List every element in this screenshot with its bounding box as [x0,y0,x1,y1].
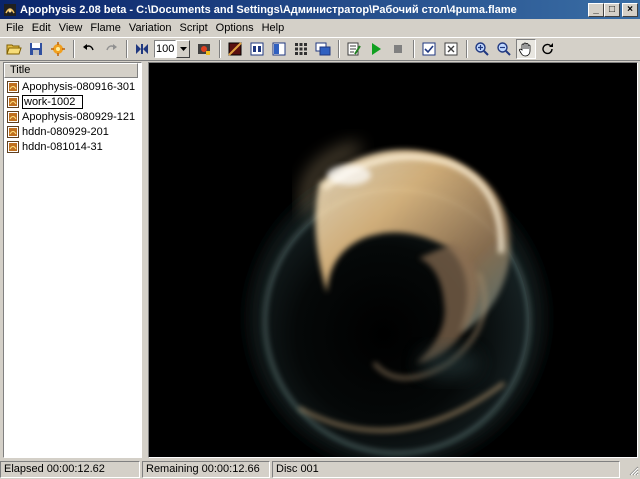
flame-file-icon [7,125,19,138]
save-button[interactable] [26,39,46,59]
minimize-button[interactable]: _ [588,2,604,17]
column-header-title[interactable]: Title [4,63,138,78]
menu-edit[interactable]: Edit [28,19,55,37]
render-icon [196,41,212,57]
menu-file[interactable]: File [2,19,28,37]
window-title: Apophysis 2.08 beta - C:\Documents and S… [20,3,517,16]
maximize-button[interactable]: □ [604,2,620,17]
menu-flame[interactable]: Flame [86,19,125,37]
zoom-in-button[interactable] [472,39,492,59]
fractal-flame-image [149,63,637,457]
favorites-icon [293,41,309,57]
toolbar-separator [338,40,340,58]
fullscreen-button[interactable] [313,39,333,59]
resize-grip-icon[interactable] [627,464,639,476]
panel-splitter[interactable] [143,62,147,458]
list-item[interactable]: hddn-081014-31 [4,139,141,154]
redo-icon [103,41,119,57]
fullscreen-icon [315,41,331,57]
flame-preview[interactable] [148,62,638,458]
menu-script[interactable]: Script [176,19,212,37]
adjust-icon [271,41,287,57]
flame-file-icon [7,110,19,123]
toolbar-separator [413,40,415,58]
redo-button[interactable] [101,39,121,59]
mutation-icon [249,41,265,57]
list-item[interactable]: Apophysis-080929-121 [4,109,141,124]
toolbar: 100 [0,37,640,61]
gradient-icon [227,41,243,57]
trace-button[interactable] [419,39,439,59]
status-disc: Disc 001 [272,461,620,478]
flame-title: Apophysis-080916-301 [22,80,136,93]
full-image-button[interactable] [132,39,152,59]
random-icon [50,41,66,57]
script-editor-button[interactable] [344,39,364,59]
reset-button[interactable] [441,39,461,59]
adjust-button[interactable] [269,39,289,59]
rotate-button[interactable] [538,39,558,59]
play-script-button[interactable] [366,39,386,59]
flame-file-icon [7,95,19,108]
save-icon [28,41,44,57]
gradient-button[interactable] [225,39,245,59]
open-icon [6,41,22,57]
title-bar: Apophysis 2.08 beta - C:\Documents and S… [0,0,640,19]
list-item[interactable]: hddn-080929-201 [4,124,141,139]
toolbar-separator [219,40,221,58]
zoom-in-icon [474,41,490,57]
flame-list: Apophysis-080916-301 work-1002 Apophysis… [4,78,141,154]
status-remaining: Remaining 00:00:12.66 [142,461,270,478]
zoom-out-button[interactable] [494,39,514,59]
flame-title: hddn-080929-201 [22,125,109,138]
stop-script-button[interactable] [388,39,408,59]
mutation-button[interactable] [247,39,267,59]
toolbar-separator [73,40,75,58]
flame-list-panel: Title Apophysis-080916-301 work-1002 Apo… [3,62,142,458]
apophysis-app-icon[interactable] [3,3,17,17]
render-button[interactable] [194,39,214,59]
rotate-icon [540,41,556,57]
random-flame-button[interactable] [48,39,68,59]
zoom-value[interactable]: 100 [154,40,176,58]
pan-button[interactable] [516,39,536,59]
zoom-select[interactable]: 100 [154,40,190,58]
editor-icon [346,41,362,57]
full-image-icon [134,41,150,57]
flame-title: hddn-081014-31 [22,140,103,153]
menu-bar: File Edit View Flame Variation Script Op… [0,19,640,37]
menu-options[interactable]: Options [212,19,258,37]
menu-view[interactable]: View [55,19,87,37]
favorites-button[interactable] [291,39,311,59]
close-button[interactable]: × [622,2,638,17]
rename-input[interactable]: work-1002 [22,94,83,109]
open-button[interactable] [4,39,24,59]
list-item[interactable]: Apophysis-080916-301 [4,79,141,94]
menu-variation[interactable]: Variation [125,19,176,37]
flame-title: Apophysis-080929-121 [22,110,136,123]
chevron-down-icon[interactable] [176,40,190,58]
stop-script-icon [390,41,406,57]
menu-help[interactable]: Help [258,19,289,37]
status-bar: Elapsed 00:00:12.62 Remaining 00:00:12.6… [0,460,640,479]
status-elapsed: Elapsed 00:00:12.62 [0,461,140,478]
undo-button[interactable] [79,39,99,59]
reset-icon [443,41,459,57]
play-script-icon [368,41,384,57]
undo-icon [81,41,97,57]
flame-file-icon [7,140,19,153]
toolbar-separator [466,40,468,58]
toolbar-separator [126,40,128,58]
pan-hand-icon [518,41,534,57]
trace-icon [421,41,437,57]
list-item[interactable]: work-1002 [4,94,141,109]
zoom-out-icon [496,41,512,57]
flame-file-icon [7,80,19,93]
